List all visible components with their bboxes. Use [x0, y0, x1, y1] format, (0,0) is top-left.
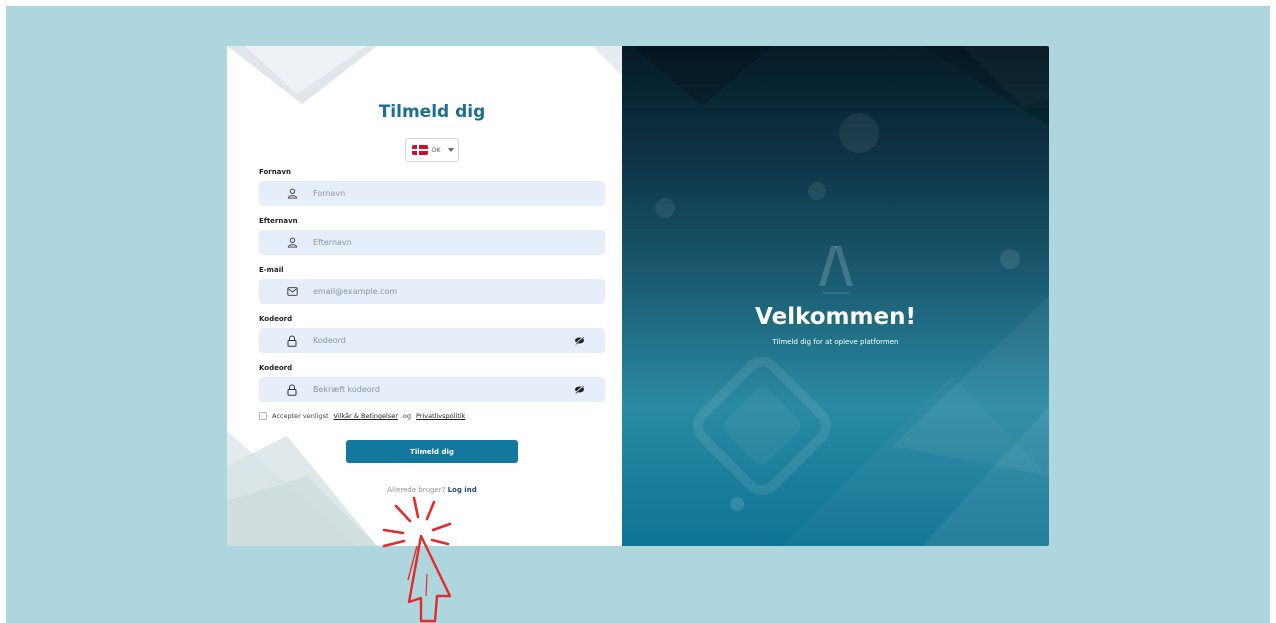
last-name-placeholder: Efternavn: [313, 238, 352, 247]
signup-button[interactable]: Tilmeld dig: [346, 440, 518, 463]
email-placeholder: email@example.com: [313, 287, 398, 296]
lock-icon: [286, 384, 298, 396]
denmark-flag-icon: [412, 145, 428, 155]
lock-icon: [286, 335, 298, 347]
terms-checkbox[interactable]: [259, 412, 267, 420]
terms-conditions-link[interactable]: Vilkår & Betingelser: [334, 412, 398, 420]
brand-logo-icon: [819, 246, 853, 294]
first-name-field[interactable]: Fornavn: [259, 181, 605, 206]
terms-prefix: Accepter venligst: [272, 412, 329, 420]
page-title: Tilmeld dig: [378, 102, 486, 122]
email-label: E-mail: [259, 266, 284, 274]
welcome-panel: Velkommen! Tilmeld dig for at opleve pla…: [622, 46, 1049, 546]
last-name-field[interactable]: Efternavn: [259, 230, 605, 255]
confirm-password-placeholder: Bekræft kodeord: [313, 385, 380, 394]
chevron-down-icon: [447, 148, 454, 152]
eye-off-icon[interactable]: [573, 336, 585, 346]
signup-form-panel: Tilmeld dig DK Fornavn Fornavn Efternavn…: [227, 46, 622, 546]
user-icon: [286, 188, 298, 200]
terms-middle: og: [402, 412, 411, 420]
privacy-policy-link[interactable]: Privatlivspolitik: [416, 412, 465, 420]
confirm-password-field[interactable]: Bekræft kodeord: [259, 377, 605, 402]
welcome-heading: Velkommen!: [755, 304, 916, 330]
first-name-label: Fornavn: [259, 168, 292, 176]
email-field[interactable]: email@example.com: [259, 279, 605, 304]
password-label: Kodeord: [259, 315, 293, 323]
welcome-subtitle: Tilmeld dig for at opleve platformen: [772, 338, 899, 346]
first-name-placeholder: Fornavn: [313, 189, 346, 198]
confirm-password-label: Kodeord: [259, 364, 293, 372]
password-field[interactable]: Kodeord: [259, 328, 605, 353]
eye-off-icon[interactable]: [573, 385, 585, 395]
language-code: DK: [432, 146, 441, 154]
last-name-label: Efternavn: [259, 217, 298, 225]
click-annotation-arrow-icon: [382, 496, 452, 623]
welcome-background-decoration: [632, 46, 1049, 546]
signup-card: Tilmeld dig DK Fornavn Fornavn Efternavn…: [227, 46, 1049, 546]
user-icon: [286, 237, 298, 249]
language-selector[interactable]: DK: [405, 138, 459, 162]
mail-icon: [286, 286, 298, 298]
terms-row: Accepter venligst Vilkår & Betingelser o…: [259, 412, 465, 420]
password-placeholder: Kodeord: [313, 336, 346, 345]
